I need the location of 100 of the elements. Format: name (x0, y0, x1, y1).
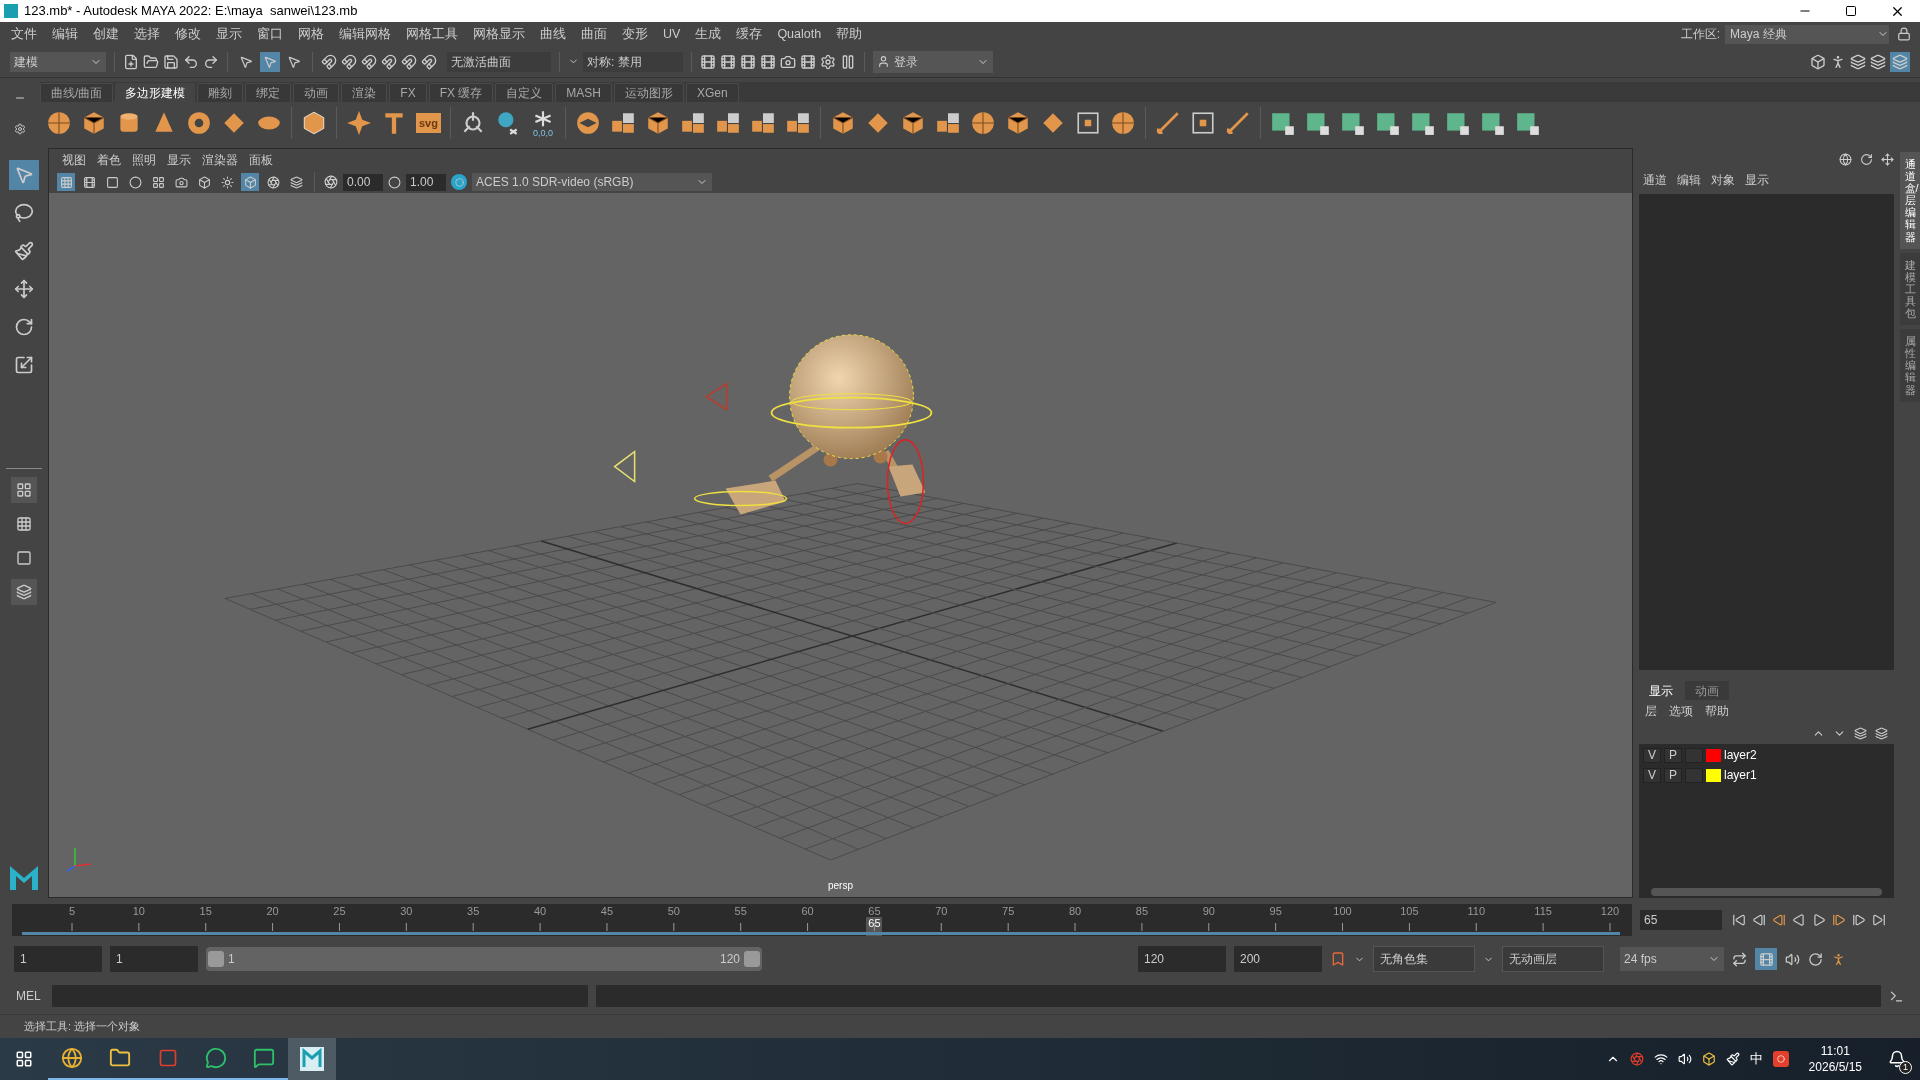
sphere-icon[interactable] (1109, 110, 1136, 136)
viewport-menu-item[interactable]: 显示 (162, 151, 196, 169)
open-folder-icon[interactable] (143, 53, 159, 70)
volume-icon[interactable] (1785, 951, 1800, 967)
menu-item[interactable]: 帮助 (829, 24, 870, 44)
loop-icon[interactable] (1732, 951, 1747, 967)
current-frame-field[interactable]: 65 (1640, 910, 1722, 930)
uv-square-icon[interactable] (1339, 110, 1366, 136)
character-set-field[interactable]: 无角色集 (1373, 946, 1475, 972)
symmetry-field[interactable]: 对称: 禁用 (583, 51, 683, 72)
slider-handle[interactable] (744, 951, 760, 967)
play-icon[interactable] (1812, 913, 1826, 927)
playback-end-field[interactable]: 120 (1138, 946, 1226, 972)
volume-icon[interactable] (1677, 1052, 1692, 1066)
aperture-icon[interactable] (264, 173, 282, 191)
film-icon[interactable] (800, 53, 816, 70)
menu-item[interactable]: 网格工具 (399, 24, 465, 44)
workspace-dropdown[interactable]: Maya 经典 (1725, 24, 1889, 44)
color-management-icon[interactable] (451, 174, 467, 190)
new-file-icon[interactable] (123, 53, 139, 70)
knife-icon[interactable] (1224, 110, 1251, 136)
shelf-tab[interactable]: 运动图形 (614, 83, 685, 102)
knife-icon[interactable] (1154, 110, 1181, 136)
layer-color-swatch[interactable] (1706, 748, 1721, 762)
step-forward-icon[interactable] (1852, 913, 1866, 927)
viewport-canvas[interactable]: persp (49, 193, 1632, 897)
side-tab[interactable]: 属性编辑器 (1900, 329, 1920, 402)
magnet-icon[interactable] (321, 53, 337, 70)
menu-item[interactable]: 编辑 (45, 24, 85, 44)
clock-date[interactable]: 2026/5/15 (1808, 1059, 1862, 1075)
sphere-icon[interactable] (46, 110, 72, 136)
exposure-field[interactable]: 0.00 (343, 173, 383, 191)
layer-editor-tab[interactable]: 动画 (1685, 681, 1729, 700)
layers-icon[interactable] (287, 173, 305, 191)
shelf-tab[interactable]: 雕刻 (197, 83, 244, 102)
undo-icon[interactable] (183, 53, 199, 70)
scrollbar[interactable] (1651, 888, 1882, 896)
magnet-icon[interactable] (401, 53, 417, 70)
star-icon[interactable] (346, 110, 372, 136)
bookmark-icon[interactable] (1330, 951, 1346, 967)
blocks-icon[interactable] (934, 110, 961, 136)
play-back-icon[interactable] (1792, 913, 1806, 927)
menu-item[interactable]: 生成 (688, 24, 729, 44)
shelf-tab[interactable]: 曲线/曲面 (40, 83, 114, 102)
input-method-indicator[interactable]: 中 (1749, 1049, 1763, 1069)
layer-name[interactable]: layer1 (1724, 766, 1757, 784)
person-icon[interactable] (1830, 53, 1846, 70)
menu-item[interactable]: 编辑网格 (332, 24, 398, 44)
sun-icon[interactable] (218, 173, 236, 191)
select-mode-icon[interactable] (260, 51, 280, 72)
shelf-tab[interactable]: 渲染 (341, 83, 388, 102)
animation-layer-field[interactable]: 无动画层 (1502, 946, 1604, 972)
circle-icon[interactable] (126, 173, 144, 191)
fps-dropdown[interactable]: 24 fps (1620, 947, 1724, 971)
cube-icon[interactable] (1810, 53, 1826, 70)
redo-icon[interactable] (203, 53, 219, 70)
menu-item[interactable]: 选择 (127, 24, 167, 44)
visibility-toggle[interactable]: V (1643, 747, 1661, 763)
uv-square-icon[interactable] (1304, 110, 1331, 136)
menu-item[interactable]: Qualoth (770, 24, 829, 44)
film-icon[interactable] (720, 53, 736, 70)
shelf-tab[interactable]: 动画 (293, 83, 340, 102)
film-icon[interactable] (700, 53, 716, 70)
magnet-icon[interactable] (381, 53, 397, 70)
running-figure-icon[interactable] (1831, 951, 1846, 967)
go-to-start-icon[interactable] (1732, 913, 1746, 927)
uv-square-icon[interactable] (1269, 110, 1296, 136)
menu-item[interactable]: 显示 (209, 24, 249, 44)
layer-name[interactable]: layer2 (1724, 746, 1757, 764)
film-icon[interactable] (740, 53, 756, 70)
shelf-tab[interactable]: MASH (555, 83, 613, 102)
viewport-menu-item[interactable]: 照明 (127, 151, 161, 169)
start-time-field[interactable]: 1 (14, 946, 102, 972)
menu-item[interactable]: 文件 (4, 24, 44, 44)
menu-item[interactable]: 曲线 (533, 24, 573, 44)
save-icon[interactable] (163, 53, 179, 70)
channel-box-menu-item[interactable]: 对象 (1711, 171, 1735, 189)
layers-icon[interactable] (1890, 51, 1910, 72)
prev-key-icon[interactable] (1772, 913, 1786, 927)
login-dropdown[interactable]: 登录 (873, 50, 993, 73)
refresh-icon[interactable] (1860, 152, 1873, 166)
menu-item[interactable]: 修改 (168, 24, 208, 44)
visibility-toggle[interactable]: V (1643, 767, 1661, 783)
film-icon[interactable] (760, 53, 776, 70)
contrast-icon[interactable] (388, 175, 401, 189)
menu-item[interactable]: UV (656, 24, 688, 44)
settings-icon[interactable] (14, 122, 26, 135)
channel-box-menu-item[interactable]: 通道 (1643, 171, 1667, 189)
blocks-icon[interactable] (714, 110, 741, 136)
menu-item[interactable]: 网格显示 (466, 24, 532, 44)
shelf-tab[interactable]: FX 缓存 (428, 83, 494, 102)
menu-item[interactable]: 曲面 (574, 24, 614, 44)
playback-toggle[interactable]: P (1664, 747, 1682, 763)
lock-icon[interactable] (1896, 27, 1912, 41)
polyhedron-icon[interactable] (301, 110, 327, 136)
shelf-tab[interactable]: 自定义 (495, 83, 554, 102)
slider-handle[interactable] (208, 951, 224, 967)
camera-icon[interactable] (780, 53, 796, 70)
menu-set-dropdown[interactable]: 建模 (10, 51, 106, 72)
magnet-icon[interactable] (361, 53, 377, 70)
